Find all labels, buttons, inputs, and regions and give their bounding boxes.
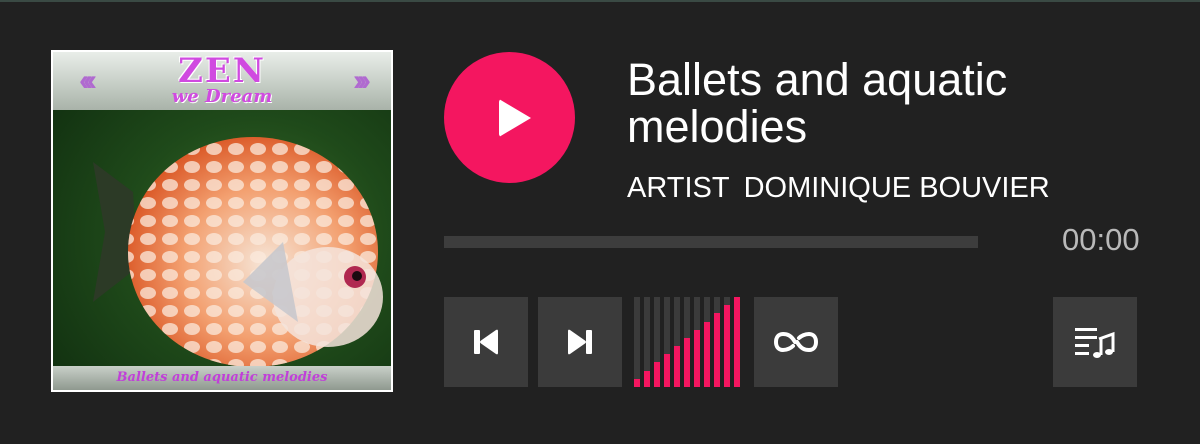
play-button[interactable] [444, 52, 575, 183]
cover-caption-bar: Ballets and aquatic melodies [53, 366, 391, 390]
discus-fish-illustration [93, 137, 383, 367]
cover-logo-subtitle: we Dream [171, 86, 273, 107]
time-display: 00:00 [1062, 222, 1140, 257]
volume-bar-level [664, 354, 670, 387]
progress-bar[interactable] [444, 236, 978, 248]
volume-bar-level [684, 338, 690, 387]
cover-logo: ZEN [178, 51, 266, 91]
volume-bar-level [714, 313, 720, 387]
cover-caption: Ballets and aquatic melodies [116, 370, 328, 385]
volume-bar[interactable] [644, 297, 650, 387]
volume-bar[interactable] [694, 297, 700, 387]
volume-bar[interactable] [714, 297, 720, 387]
play-icon [499, 99, 531, 137]
volume-bar[interactable] [634, 297, 640, 387]
artist-line: ARTIST DOMINIQUE BOUVIER [627, 172, 1050, 205]
next-button[interactable] [538, 297, 622, 387]
top-border [0, 0, 1200, 2]
volume-bar-level [734, 297, 740, 387]
previous-button[interactable] [444, 297, 528, 387]
volume-bar-level [654, 362, 660, 387]
loop-button[interactable] [754, 297, 838, 387]
volume-bar-level [694, 330, 700, 387]
playlist-music-icon [1075, 328, 1115, 358]
volume-bar-level [704, 322, 710, 387]
volume-bar-level [644, 371, 650, 387]
loop-icon [773, 331, 819, 353]
artist-name: DOMINIQUE BOUVIER [743, 172, 1050, 204]
volume-bar[interactable] [674, 297, 680, 387]
volume-bar[interactable] [664, 297, 670, 387]
volume-bar[interactable] [654, 297, 660, 387]
cover-banner: ‹‹‹ ››› ZEN we Dream [53, 52, 391, 110]
volume-bar-level [634, 379, 640, 387]
track-title: Ballets and aquatic melodies [627, 54, 1008, 152]
volume-bar[interactable] [734, 297, 740, 387]
volume-bar[interactable] [704, 297, 710, 387]
playlist-button[interactable] [1053, 297, 1137, 387]
volume-meter[interactable] [632, 297, 746, 387]
volume-bar-level [674, 346, 680, 387]
volume-bar-level [724, 305, 730, 387]
artist-label: ARTIST [627, 172, 730, 204]
skip-next-icon [568, 329, 592, 355]
volume-bar[interactable] [684, 297, 690, 387]
album-cover: ‹‹‹ ››› ZEN we Dream Ballets and aquatic… [51, 50, 393, 392]
skip-previous-icon [474, 329, 498, 355]
volume-bar[interactable] [724, 297, 730, 387]
